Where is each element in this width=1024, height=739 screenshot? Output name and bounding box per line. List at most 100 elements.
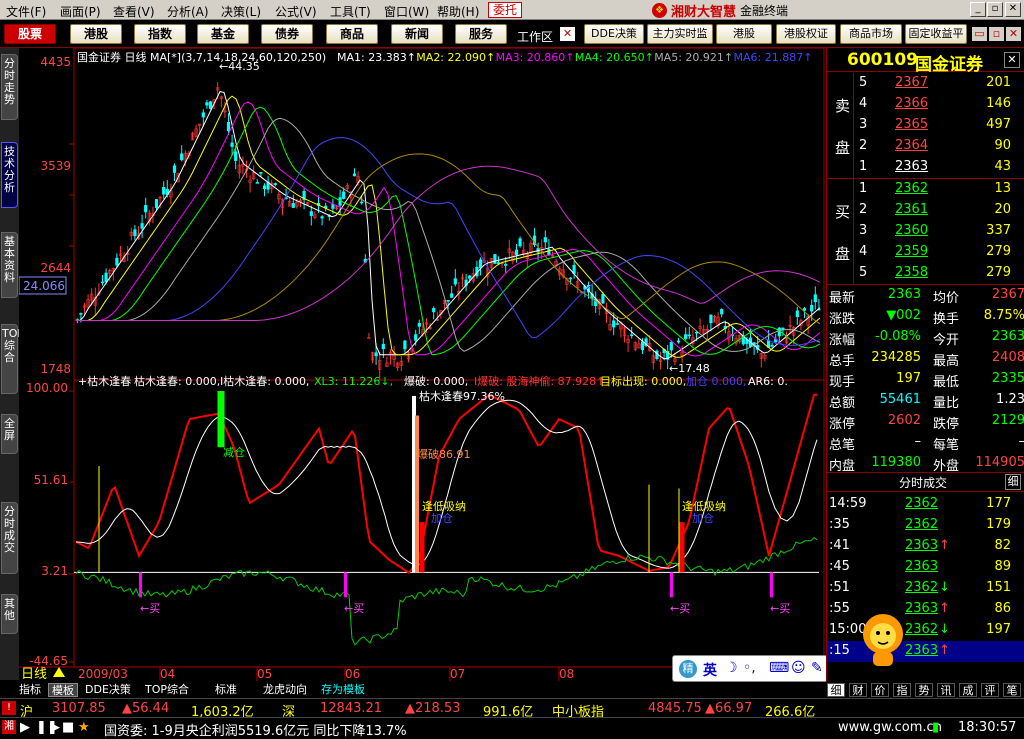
ticks-detail-button[interactable]: 细: [1005, 474, 1021, 490]
ime-english-icon[interactable]: 英: [703, 660, 717, 680]
tick-row[interactable]: :412363↑82: [827, 536, 1024, 557]
sell-row[interactable]: 32365497: [827, 115, 1024, 136]
tick-row[interactable]: 15:002362↓197: [827, 620, 1024, 641]
buy-price[interactable]: 2361: [895, 202, 928, 217]
tab-bond[interactable]: 债券: [261, 24, 313, 44]
menu-decision[interactable]: 决策(L): [221, 3, 261, 20]
ime-settings-icon[interactable]: ✎: [811, 660, 823, 676]
workarea-label[interactable]: 工作区: [517, 28, 553, 45]
tab-stock[interactable]: 股票: [4, 24, 56, 44]
sell-row[interactable]: 2236490: [827, 136, 1024, 157]
fixed-income-button[interactable]: 固定收益平: [905, 24, 967, 44]
buy-price[interactable]: 2362: [895, 181, 928, 196]
menu-tools[interactable]: 工具(T): [330, 3, 371, 20]
hk-warrant-button[interactable]: 港股权证: [776, 24, 836, 44]
quote-tab-4[interactable]: 势: [915, 683, 933, 697]
buy-price[interactable]: 2359: [895, 244, 928, 259]
tick-row[interactable]: :45236389: [827, 557, 1024, 578]
stop-icon[interactable]: ■: [62, 720, 74, 735]
panel-restore-icon[interactable]: ▫: [989, 27, 1004, 41]
quote-tab-6[interactable]: 成: [959, 683, 977, 697]
menu-view[interactable]: 查看(V): [113, 3, 155, 20]
tab-dde-decision[interactable]: DDE决策: [82, 683, 134, 697]
ticks-list[interactable]: 14:592362177:352362179:412363↑82:4523638…: [827, 492, 1024, 682]
tick-row[interactable]: :512362↓151: [827, 578, 1024, 599]
tab-indicator[interactable]: 指标: [16, 683, 44, 697]
alert-icon[interactable]: !: [2, 701, 16, 715]
close-workarea-icon[interactable]: ✕: [560, 27, 575, 41]
order-button[interactable]: 委托: [488, 2, 522, 18]
tab-index[interactable]: 指数: [134, 24, 186, 44]
quote-tab-3[interactable]: 指: [893, 683, 911, 697]
tab-fundamentals[interactable]: 基本资料: [1, 232, 18, 298]
sell-row[interactable]: 1236343: [827, 157, 1024, 178]
panel-minimize-icon[interactable]: ▭: [972, 27, 987, 41]
buy-row[interactable]: 52358279: [827, 263, 1024, 284]
tab-news[interactable]: 新闻: [391, 24, 443, 44]
restore-icon[interactable]: ▫: [987, 2, 1003, 17]
quote-tab-7[interactable]: 评: [981, 683, 999, 697]
sell-price[interactable]: 2365: [895, 117, 928, 132]
tab-intraday[interactable]: 分时走势: [1, 54, 18, 120]
chart-area[interactable]: 国金证券 日线 MA[*](3,7,14,18,24,60,120,250) M…: [19, 48, 825, 681]
tab-ticks[interactable]: 分时成交: [1, 502, 18, 574]
tick-row[interactable]: :552363↑86: [827, 599, 1024, 620]
tab-save-template[interactable]: 存为模板: [318, 683, 368, 697]
quote-tab-5[interactable]: 讯: [937, 683, 955, 697]
quote-tab-0[interactable]: 细: [827, 683, 845, 697]
tick-row[interactable]: :352362179: [827, 515, 1024, 536]
menu-help[interactable]: 帮助(H): [437, 3, 479, 20]
menu-formula[interactable]: 公式(V): [275, 3, 317, 20]
hk-button[interactable]: 港股: [716, 24, 772, 44]
play-icon[interactable]: ▶: [20, 720, 30, 735]
quote-tab-2[interactable]: 价: [871, 683, 889, 697]
ime-user-icon[interactable]: ☺: [791, 660, 806, 676]
buy-row[interactable]: 42359279: [827, 242, 1024, 263]
tick-row[interactable]: :152363↑: [827, 641, 1024, 662]
tab-service[interactable]: 服务: [455, 24, 507, 44]
indicator-header[interactable]: +枯木逢春: [78, 374, 131, 388]
menu-file[interactable]: 文件(F): [6, 3, 46, 20]
ime-toolbar[interactable]: 精 英 ☽ ◦, ⌨ ☺ ✎: [672, 655, 828, 682]
tab-template[interactable]: 模板: [48, 683, 78, 697]
menu-analysis[interactable]: 分析(A): [167, 3, 209, 20]
kline-chart[interactable]: 国金证券 日线 MA[*](3,7,14,18,24,60,120,250) M…: [19, 48, 825, 681]
tab-top-composite[interactable]: TOP综合: [142, 683, 192, 697]
sell-row[interactable]: 52367201: [827, 73, 1024, 94]
close-icon[interactable]: ✕: [1005, 2, 1021, 17]
tab-technical[interactable]: 技术分析: [1, 142, 18, 208]
buy-row[interactable]: 2236120: [827, 200, 1024, 221]
sell-row[interactable]: 42366146: [827, 94, 1024, 115]
ime-logo-icon[interactable]: 精: [679, 660, 697, 678]
website-url[interactable]: www.gw.com.cn: [838, 720, 942, 735]
news-ticker[interactable]: 国资委: 1-9月央企利润5519.6亿元 同比下降13.7%: [104, 720, 407, 739]
commodity-market-button[interactable]: 商品市场: [840, 24, 902, 44]
buy-price[interactable]: 2358: [895, 265, 928, 280]
buy-row[interactable]: 1236213: [827, 179, 1024, 200]
tab-hk-stock[interactable]: 港股: [70, 24, 122, 44]
ime-punct-icon[interactable]: ◦,: [743, 660, 756, 676]
quote-tab-1[interactable]: 财: [849, 683, 867, 697]
main-monitor-button[interactable]: 主力实时监: [647, 24, 713, 44]
sell-price[interactable]: 2364: [895, 138, 928, 153]
tab-top[interactable]: TOP综合: [1, 324, 18, 394]
buy-row[interactable]: 32360337: [827, 221, 1024, 242]
star-icon[interactable]: ★: [78, 720, 90, 735]
sell-price[interactable]: 2367: [895, 75, 928, 90]
tab-commodity[interactable]: 商品: [326, 24, 378, 44]
buy-price[interactable]: 2360: [895, 223, 928, 238]
sell-price[interactable]: 2366: [895, 96, 928, 111]
close-quote-icon[interactable]: ✕: [1004, 52, 1020, 68]
next-icon[interactable]: ▶: [50, 720, 60, 735]
tab-standard[interactable]: 标准: [212, 683, 240, 697]
tick-row[interactable]: 14:592362177: [827, 494, 1024, 515]
menu-window[interactable]: 窗口(W): [384, 3, 429, 20]
ime-keyboard-icon[interactable]: ⌨: [769, 660, 789, 676]
tab-dragon-tiger[interactable]: 龙虎动向: [260, 683, 310, 697]
lock-icon[interactable]: 湘: [2, 720, 16, 734]
dde-decision-button[interactable]: DDE决策: [584, 24, 644, 44]
tab-fund[interactable]: 基金: [197, 24, 249, 44]
tab-other[interactable]: 其他: [1, 594, 18, 634]
period-label[interactable]: 日线: [21, 667, 47, 681]
menu-view-p[interactable]: 画面(P): [60, 3, 101, 20]
